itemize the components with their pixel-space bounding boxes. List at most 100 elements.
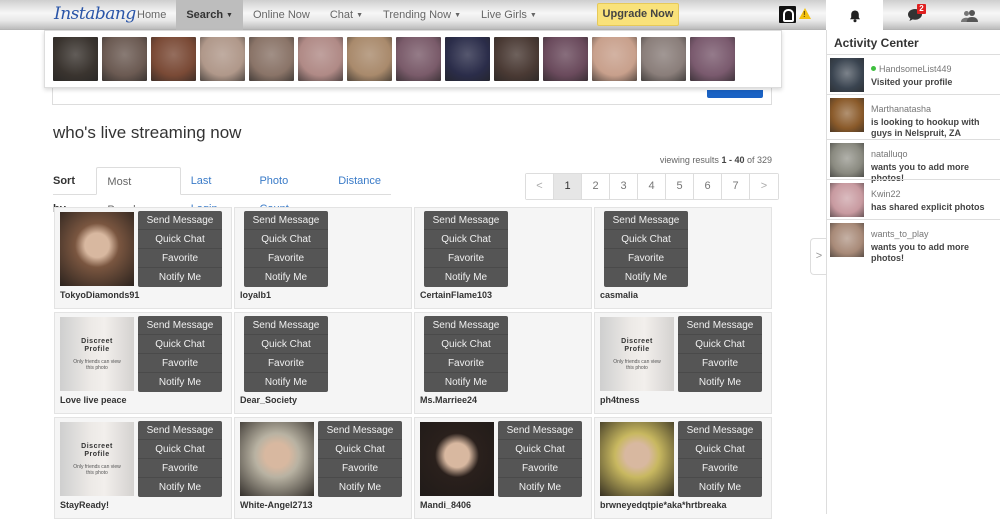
- quick-chat-button[interactable]: Quick Chat: [424, 335, 508, 354]
- discreet-profile-placeholder[interactable]: Discreet Profile Only friends can view th…: [60, 317, 134, 391]
- member-username[interactable]: White-Angel2713: [240, 500, 313, 510]
- activity-item[interactable]: wants_to_play wants you to add more phot…: [827, 219, 1000, 263]
- quick-chat-button[interactable]: Quick Chat: [424, 230, 508, 249]
- quick-chat-button[interactable]: Quick Chat: [244, 335, 328, 354]
- favorite-button[interactable]: Favorite: [138, 249, 222, 268]
- discreet-profile-placeholder[interactable]: Discreet Profile Only friends can view th…: [600, 317, 674, 391]
- favorite-button[interactable]: Favorite: [424, 354, 508, 373]
- member-username[interactable]: loyalb1: [240, 290, 271, 300]
- quick-chat-button[interactable]: Quick Chat: [244, 230, 328, 249]
- strip-photo-thumbnail[interactable]: [249, 37, 294, 81]
- member-photo[interactable]: [600, 422, 674, 496]
- page-prev-button[interactable]: <: [526, 174, 554, 199]
- strip-photo-thumbnail[interactable]: [102, 37, 147, 81]
- activity-item[interactable]: Marthanatasha is looking to hookup with …: [827, 94, 1000, 139]
- favorite-button[interactable]: Favorite: [244, 354, 328, 373]
- site-logo[interactable]: Instabang: [54, 4, 136, 24]
- quick-chat-button[interactable]: Quick Chat: [678, 440, 762, 459]
- nav-live-girls[interactable]: Live Girls ▼: [471, 0, 547, 30]
- activity-user-photo[interactable]: [830, 98, 864, 132]
- member-username[interactable]: TokyoDiamonds91: [60, 290, 139, 300]
- upgrade-now-button[interactable]: Upgrade Now: [597, 3, 679, 26]
- sort-tab-photo-count[interactable]: Photo Count: [249, 167, 328, 215]
- send-message-button[interactable]: Send Message: [244, 211, 328, 230]
- page-2-button[interactable]: 2: [582, 174, 610, 199]
- quick-chat-button[interactable]: Quick Chat: [498, 440, 582, 459]
- page-6-button[interactable]: 6: [694, 174, 722, 199]
- send-message-button[interactable]: Send Message: [424, 316, 508, 335]
- activity-user-photo[interactable]: [830, 183, 864, 217]
- member-username[interactable]: Ms.Marriee24: [420, 395, 477, 405]
- strip-photo-thumbnail[interactable]: [347, 37, 392, 81]
- activity-item[interactable]: HandsomeList449 Visited your profile: [827, 54, 1000, 94]
- strip-photo-thumbnail[interactable]: [543, 37, 588, 81]
- quick-chat-button[interactable]: Quick Chat: [138, 230, 222, 249]
- send-message-button[interactable]: Send Message: [318, 421, 402, 440]
- notify-me-button[interactable]: Notify Me: [424, 268, 508, 287]
- send-message-button[interactable]: Send Message: [244, 316, 328, 335]
- quick-chat-button[interactable]: Quick Chat: [138, 440, 222, 459]
- member-username[interactable]: brwneyedqtpie*aka*hrtbreaka: [600, 500, 727, 510]
- quick-chat-button[interactable]: Quick Chat: [318, 440, 402, 459]
- favorite-button[interactable]: Favorite: [138, 354, 222, 373]
- activity-item[interactable]: natalluqo wants you to add more photos!: [827, 139, 1000, 183]
- member-username[interactable]: casmalia: [600, 290, 638, 300]
- profile-avatar-icon[interactable]: [779, 6, 796, 23]
- nav-home[interactable]: Home: [127, 0, 176, 30]
- friends-tab[interactable]: [950, 0, 990, 30]
- activity-user-photo[interactable]: [830, 143, 864, 177]
- notify-me-button[interactable]: Notify Me: [244, 373, 328, 392]
- page-next-button[interactable]: >: [750, 174, 778, 199]
- send-message-button[interactable]: Send Message: [678, 316, 762, 335]
- page-4-button[interactable]: 4: [638, 174, 666, 199]
- favorite-button[interactable]: Favorite: [244, 249, 328, 268]
- activity-user-name[interactable]: HandsomeList449: [871, 64, 1000, 74]
- nav-trending-now[interactable]: Trending Now ▼: [373, 0, 471, 30]
- page-7-button[interactable]: 7: [722, 174, 750, 199]
- messages-tab[interactable]: 2: [895, 0, 935, 30]
- notify-me-button[interactable]: Notify Me: [498, 478, 582, 497]
- member-username[interactable]: CertainFlame103: [420, 290, 492, 300]
- strip-photo-thumbnail[interactable]: [641, 37, 686, 81]
- activity-user-name[interactable]: Marthanatasha: [871, 104, 1000, 114]
- favorite-button[interactable]: Favorite: [678, 354, 762, 373]
- member-username[interactable]: StayReady!: [60, 500, 109, 510]
- favorite-button[interactable]: Favorite: [424, 249, 508, 268]
- sort-tab-last-login[interactable]: Last Login: [181, 167, 250, 215]
- activity-user-name[interactable]: natalluqo: [871, 149, 1000, 159]
- send-message-button[interactable]: Send Message: [138, 316, 222, 335]
- page-5-button[interactable]: 5: [666, 174, 694, 199]
- sort-tab-distance[interactable]: Distance: [328, 167, 391, 194]
- quick-chat-button[interactable]: Quick Chat: [678, 335, 762, 354]
- member-photo[interactable]: [60, 212, 134, 286]
- member-photo[interactable]: [240, 422, 314, 496]
- notify-me-button[interactable]: Notify Me: [424, 373, 508, 392]
- notify-me-button[interactable]: Notify Me: [244, 268, 328, 287]
- strip-photo-thumbnail[interactable]: [690, 37, 735, 81]
- strip-photo-thumbnail[interactable]: [445, 37, 490, 81]
- strip-photo-thumbnail[interactable]: [494, 37, 539, 81]
- activity-item[interactable]: Kwin22 has shared explicit photos: [827, 179, 1000, 219]
- strip-photo-thumbnail[interactable]: [298, 37, 343, 81]
- favorite-button[interactable]: Favorite: [678, 459, 762, 478]
- page-1-button[interactable]: 1: [554, 174, 582, 199]
- favorite-button[interactable]: Favorite: [138, 459, 222, 478]
- send-message-button[interactable]: Send Message: [604, 211, 688, 230]
- sort-tab-most-popular[interactable]: Most Popular: [96, 167, 181, 216]
- activity-user-photo[interactable]: [830, 58, 864, 92]
- quick-chat-button[interactable]: Quick Chat: [138, 335, 222, 354]
- nav-search[interactable]: Search ▼: [176, 0, 243, 30]
- strip-photo-thumbnail[interactable]: [200, 37, 245, 81]
- send-message-button[interactable]: Send Message: [138, 211, 222, 230]
- page-3-button[interactable]: 3: [610, 174, 638, 199]
- activity-user-name[interactable]: Kwin22: [871, 189, 1000, 199]
- favorite-button[interactable]: Favorite: [604, 249, 688, 268]
- notify-me-button[interactable]: Notify Me: [138, 478, 222, 497]
- member-username[interactable]: Love live peace: [60, 395, 127, 405]
- favorite-button[interactable]: Favorite: [498, 459, 582, 478]
- notify-me-button[interactable]: Notify Me: [138, 373, 222, 392]
- collapse-activity-button[interactable]: >: [810, 238, 827, 275]
- discreet-profile-placeholder[interactable]: Discreet Profile Only friends can view th…: [60, 422, 134, 496]
- send-message-button[interactable]: Send Message: [424, 211, 508, 230]
- activity-user-name[interactable]: wants_to_play: [871, 229, 1000, 239]
